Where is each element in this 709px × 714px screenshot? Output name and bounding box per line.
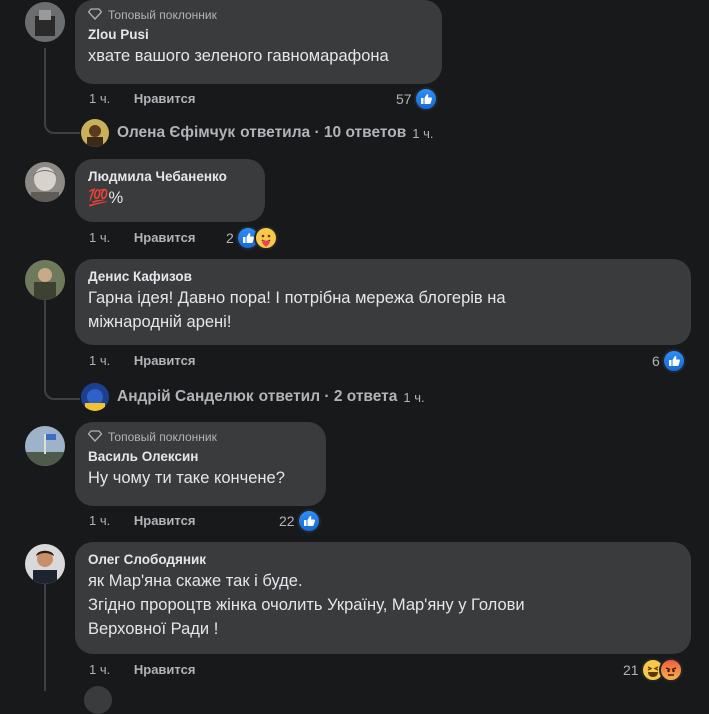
comment-text: 💯%	[88, 189, 124, 207]
replier-name[interactable]: Андрій Санделюк	[117, 388, 254, 406]
thread-elbow	[44, 370, 80, 400]
avatar-image	[25, 260, 65, 300]
comment-text: Згідно пророцтв жінка очолить Україну, М…	[88, 596, 525, 614]
comment-author[interactable]: Василь Олексин	[88, 448, 314, 466]
avatar-image	[25, 544, 65, 584]
avatar[interactable]	[25, 426, 65, 466]
reply-time: 1 ч.	[403, 389, 425, 405]
thread-elbow	[44, 108, 80, 134]
comment-text: як Мар'яна скаже так і буде.	[88, 572, 303, 590]
avatar[interactable]	[25, 2, 65, 42]
replier-name[interactable]: Олена Єфімчук	[117, 124, 235, 142]
comment-actions: 1 ч. Нравится	[89, 660, 195, 680]
care-icon	[253, 226, 278, 250]
comment-actions: 1 ч. Нравится	[89, 511, 195, 531]
avatar[interactable]	[25, 544, 65, 584]
reply-summary[interactable]: ответила · 10 ответов	[240, 124, 406, 142]
badge-label: Топовый поклонник	[108, 430, 217, 444]
comment-author[interactable]: Zlou Pusi	[88, 26, 430, 44]
badge-label: Топовый поклонник	[108, 8, 217, 22]
comment-author[interactable]: Денис Кафизов	[88, 268, 679, 286]
avatar	[81, 383, 109, 411]
comment-time[interactable]: 1 ч.	[89, 513, 110, 528]
comment-text: Гарна ідея! Давно пора! І потрібна мереж…	[88, 289, 506, 307]
reaction-count: 2	[226, 230, 234, 246]
diamond-icon	[87, 429, 103, 445]
comment-bubble: Олег Слободяник як Мар'яна скаже так і б…	[75, 542, 691, 654]
diamond-icon	[87, 7, 103, 23]
comment-bubble: Топовый поклонник Василь Олексин Ну чому…	[75, 422, 326, 506]
avatar-image	[25, 426, 65, 466]
comment-actions: 1 ч. Нравится	[89, 228, 195, 248]
like-button[interactable]: Нравится	[134, 230, 196, 245]
thread-line	[44, 580, 46, 691]
reaction-count: 57	[396, 91, 412, 107]
reaction-count: 21	[623, 662, 639, 678]
like-icon	[661, 349, 686, 373]
like-button[interactable]: Нравится	[134, 662, 196, 677]
avatar	[81, 119, 109, 147]
top-fan-badge: Топовый поклонник	[87, 7, 430, 23]
comment-author[interactable]: Людмила Чебаненко	[88, 168, 253, 186]
reaction-summary[interactable]: 21	[623, 658, 683, 682]
reply-summary[interactable]: ответил · 2 ответа	[259, 388, 398, 406]
avatar-image	[25, 162, 65, 202]
comment-text: хвате вашого зеленого гавномарафона	[88, 47, 389, 65]
view-replies-link[interactable]: Олена Єфімчук ответила · 10 ответов 1 ч.	[81, 119, 434, 147]
avatar[interactable]	[25, 162, 65, 202]
reply-time: 1 ч.	[412, 125, 434, 141]
reaction-summary[interactable]: 22	[279, 509, 321, 533]
comment-author[interactable]: Олег Слободяник	[88, 551, 679, 569]
like-button[interactable]: Нравится	[134, 513, 196, 528]
angry-icon	[658, 658, 683, 682]
reaction-summary[interactable]: 2	[226, 226, 278, 250]
comment-text: Ну чому ти таке кончене?	[88, 469, 285, 487]
comment-bubble: Денис Кафизов Гарна ідея! Давно пора! І …	[75, 259, 691, 345]
reaction-summary[interactable]: 6	[652, 349, 686, 373]
avatar-image	[25, 2, 65, 42]
comment-time[interactable]: 1 ч.	[89, 230, 110, 245]
thread-line	[44, 300, 46, 380]
like-icon	[296, 509, 321, 533]
reaction-summary[interactable]: 57	[396, 87, 438, 111]
top-fan-badge: Топовый поклонник	[87, 429, 314, 445]
reaction-count: 6	[652, 353, 660, 369]
comment-actions: 1 ч. Нравится	[89, 89, 195, 109]
comment-bubble: Людмила Чебаненко 💯%	[75, 159, 265, 222]
comment-text: Верховної Ради !	[88, 620, 219, 638]
like-button[interactable]: Нравится	[134, 91, 196, 106]
like-button[interactable]: Нравится	[134, 353, 196, 368]
view-replies-link[interactable]: Андрій Санделюк ответил · 2 ответа 1 ч.	[81, 383, 425, 411]
like-icon	[413, 87, 438, 111]
comment-bubble: Топовый поклонник Zlou Pusi хвате вашого…	[75, 0, 442, 84]
avatar[interactable]	[84, 686, 112, 714]
comment-text: міжнародній арені!	[88, 313, 232, 331]
avatar[interactable]	[25, 260, 65, 300]
comment-actions: 1 ч. Нравится	[89, 351, 195, 371]
comment-time[interactable]: 1 ч.	[89, 662, 110, 677]
comment-time[interactable]: 1 ч.	[89, 91, 110, 106]
reaction-count: 22	[279, 513, 295, 529]
comment-time[interactable]: 1 ч.	[89, 353, 110, 368]
